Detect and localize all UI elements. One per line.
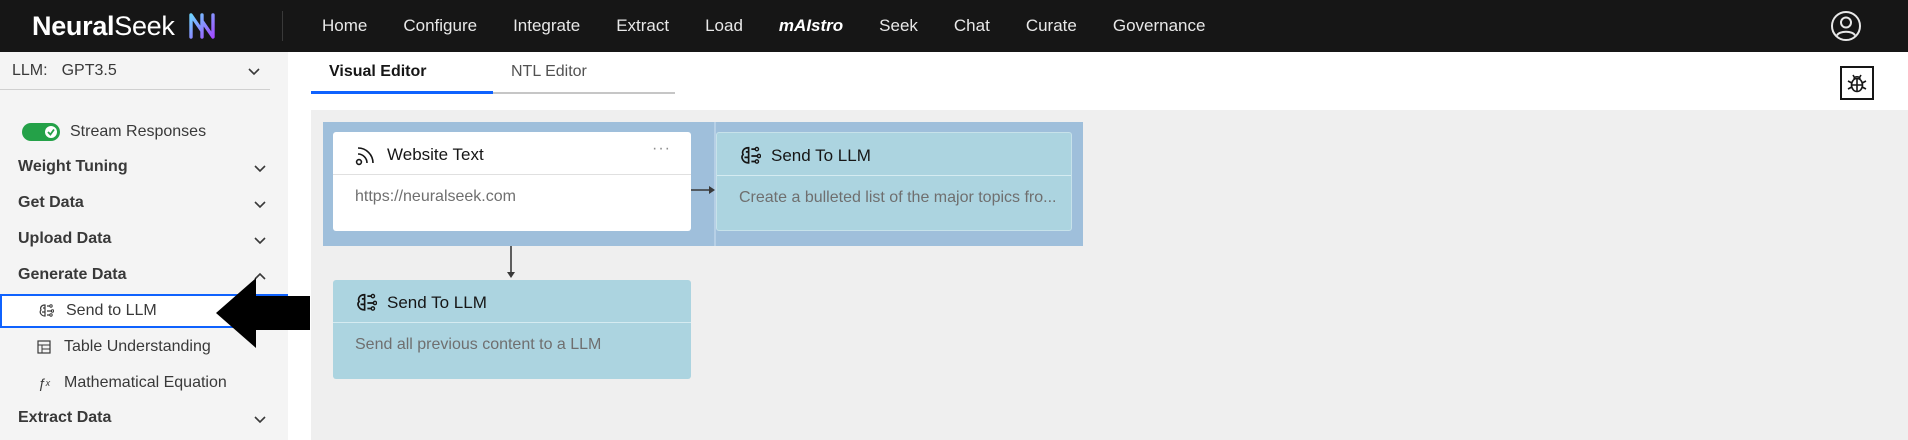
stream-responses-row: Stream Responses — [22, 123, 206, 141]
chevron-down-icon — [254, 165, 266, 173]
nav-home[interactable]: Home — [304, 0, 385, 52]
sidebar-item-label: Send to LLM — [66, 302, 157, 319]
stream-responses-label: Stream Responses — [70, 123, 207, 140]
overflow-menu-icon[interactable]: ··· — [652, 140, 671, 158]
sidebar-item-label: Mathematical Equation — [64, 374, 227, 391]
main-nav: Home Configure Integrate Extract Load mA… — [304, 0, 1223, 52]
node-title-text: Send To LLM — [387, 293, 487, 312]
pointer-arrow-icon — [216, 278, 310, 348]
section-get-data[interactable]: Get Data — [18, 188, 268, 218]
section-label: Upload Data — [18, 230, 112, 247]
section-label: Weight Tuning — [18, 158, 128, 175]
nav-maistro[interactable]: mAIstro — [761, 0, 861, 52]
connector-arrow-down — [507, 246, 515, 278]
nav-extract[interactable]: Extract — [598, 0, 687, 52]
top-navigation-bar: NeuralSeek Home Configure Integrate Extr… — [0, 0, 1908, 52]
nav-configure[interactable]: Configure — [385, 0, 495, 52]
nav-load[interactable]: Load — [687, 0, 761, 52]
user-avatar-icon[interactable] — [1830, 10, 1862, 42]
node-title-text: Website Text — [387, 145, 484, 164]
sidebar-item-mathematical-equation[interactable]: ƒx Mathematical Equation — [0, 366, 288, 400]
node-title: Send To LLM — [355, 292, 487, 314]
llm-brain-icon — [357, 293, 377, 311]
node-divider — [333, 174, 691, 175]
llm-select[interactable]: LLM: GPT3.5 — [0, 52, 270, 90]
flow-canvas[interactable]: Website Text ··· https://neuralseek.com … — [311, 110, 1908, 440]
brand-name-bold: Neural — [32, 10, 115, 41]
send-to-llm-node-1[interactable]: Send To LLM Create a bulleted list of th… — [716, 132, 1072, 231]
chevron-down-icon — [254, 201, 266, 209]
editor-tabs: Visual Editor NTL Editor — [311, 52, 675, 94]
function-icon: ƒx — [37, 375, 51, 391]
nav-governance[interactable]: Governance — [1095, 0, 1224, 52]
nav-chat[interactable]: Chat — [936, 0, 1008, 52]
node-title: Send To LLM — [739, 145, 871, 167]
llm-value: GPT3.5 — [61, 61, 117, 79]
tab-visual-editor[interactable]: Visual Editor — [311, 52, 493, 94]
nav-divider — [282, 11, 283, 41]
chevron-down-icon — [254, 237, 266, 245]
node-title: Website Text — [355, 144, 484, 166]
debug-button[interactable] — [1840, 66, 1874, 100]
section-label: Extract Data — [18, 409, 112, 426]
nav-curate[interactable]: Curate — [1008, 0, 1095, 52]
sidebar: LLM: GPT3.5 Stream Responses Weight Tuni… — [0, 52, 288, 440]
llm-brain-icon — [38, 303, 54, 319]
table-icon — [36, 339, 52, 355]
sidebar-item-label: Table Understanding — [64, 338, 211, 355]
node-body: Send all previous content to a LLM — [355, 336, 602, 353]
section-upload-data[interactable]: Upload Data — [18, 224, 268, 254]
connector-arrow-right — [691, 186, 715, 194]
llm-brain-icon — [741, 146, 761, 164]
node-title-text: Send To LLM — [771, 146, 871, 165]
stream-responses-toggle[interactable] — [22, 123, 60, 141]
section-weight-tuning[interactable]: Weight Tuning — [18, 152, 268, 182]
section-extract-data[interactable]: Extract Data — [18, 403, 268, 433]
brand-name-light: Seek — [114, 10, 175, 41]
node-body: Create a bulleted list of the major topi… — [739, 189, 1057, 206]
neuralseek-logo-icon — [188, 13, 215, 39]
rss-icon — [355, 147, 374, 166]
chevron-down-icon — [254, 416, 266, 424]
node-divider — [717, 175, 1071, 176]
brand-logo[interactable]: NeuralSeek — [32, 0, 217, 52]
chevron-down-icon — [248, 68, 260, 76]
nav-seek[interactable]: Seek — [861, 0, 936, 52]
node-body: https://neuralseek.com — [355, 188, 516, 205]
bug-icon — [1847, 74, 1867, 93]
llm-label: LLM: — [12, 61, 48, 79]
nav-integrate[interactable]: Integrate — [495, 0, 598, 52]
section-label: Get Data — [18, 194, 84, 211]
section-label: Generate Data — [18, 266, 127, 283]
website-text-node[interactable]: Website Text ··· https://neuralseek.com — [333, 132, 691, 231]
checkmark-icon — [47, 128, 55, 136]
send-to-llm-node-2[interactable]: Send To LLM Send all previous content to… — [333, 280, 691, 379]
tab-ntl-editor[interactable]: NTL Editor — [493, 52, 675, 94]
node-divider — [333, 322, 691, 323]
brand-name: NeuralSeek — [32, 11, 175, 42]
